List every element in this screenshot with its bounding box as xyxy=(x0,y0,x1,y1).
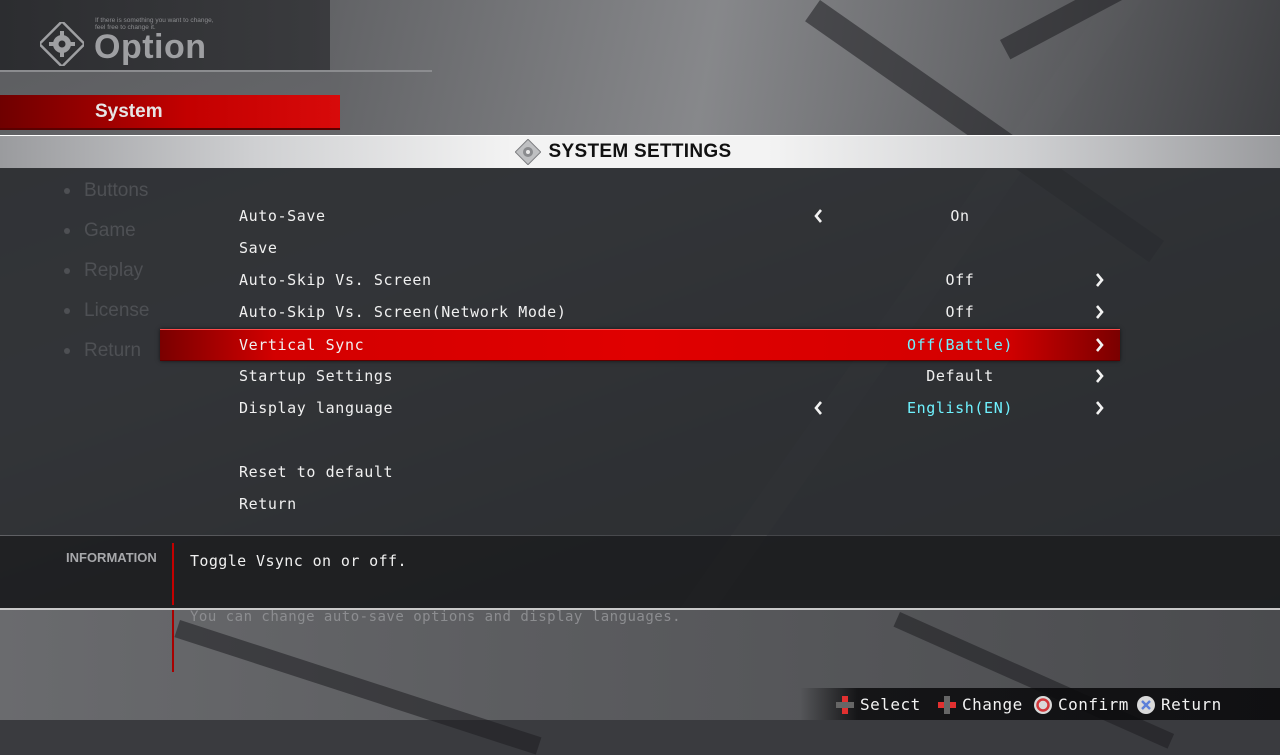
chevron-left-icon[interactable] xyxy=(813,208,823,224)
section-header-bar: SYSTEM SETTINGS xyxy=(0,135,1280,169)
setting-label: Save xyxy=(239,239,278,257)
hint-confirm-label: Confirm xyxy=(1058,695,1129,714)
information-label: INFORMATION xyxy=(66,550,157,565)
setting-label: Auto-Save xyxy=(239,207,326,225)
menu-item-label: License xyxy=(84,300,150,321)
section-title: SYSTEM SETTINGS xyxy=(548,141,732,162)
gear-icon xyxy=(40,22,84,66)
chevron-right-icon[interactable] xyxy=(1095,304,1105,320)
tab-system[interactable]: System xyxy=(0,95,340,128)
chevron-right-icon[interactable] xyxy=(1095,400,1105,416)
bullet-icon xyxy=(64,347,70,354)
dpad-updown-icon xyxy=(836,696,854,714)
page-title: Option xyxy=(94,28,207,66)
information-divider xyxy=(172,543,174,605)
header-subtitle-line1: If there is something you want to change… xyxy=(95,17,214,24)
menu-item-buttons: Buttons xyxy=(64,180,184,201)
bullet-icon xyxy=(64,267,70,274)
setting-value: Off xyxy=(945,303,975,321)
bullet-icon xyxy=(64,187,70,194)
bullet-icon xyxy=(64,307,70,314)
information-text: Toggle Vsync on or off. xyxy=(190,552,407,570)
setting-label: Display language xyxy=(239,399,394,417)
ghost-divider xyxy=(172,610,174,672)
chevron-left-icon[interactable] xyxy=(813,400,823,416)
setting-label: Return xyxy=(239,495,297,513)
setting-value: Default xyxy=(926,367,994,385)
setting-row-auto-skip-vs-screen[interactable]: Auto-Skip Vs. Screen Off xyxy=(160,265,1120,295)
setting-label: Auto-Skip Vs. Screen xyxy=(239,271,432,289)
setting-row-save[interactable]: Save xyxy=(160,233,1120,263)
setting-value: Off xyxy=(945,271,975,289)
ghost-info-text: You can change auto-save options and dis… xyxy=(190,609,682,625)
chevron-right-icon[interactable] xyxy=(1095,337,1105,353)
header-divider xyxy=(0,70,432,72)
bullet-icon xyxy=(64,227,70,234)
chevron-right-icon[interactable] xyxy=(1095,272,1105,288)
setting-row-return[interactable]: Return xyxy=(160,489,1120,519)
setting-row-auto-skip-vs-screen-network-mode[interactable]: Auto-Skip Vs. Screen(Network Mode) Off xyxy=(160,297,1120,327)
menu-item-label: Buttons xyxy=(84,180,149,201)
information-bar: INFORMATION Toggle Vsync on or off. xyxy=(0,536,1280,610)
chevron-right-icon[interactable] xyxy=(1095,368,1105,384)
setting-label: Startup Settings xyxy=(239,367,394,385)
setting-label: Reset to default xyxy=(239,463,394,481)
hint-select-label: Select xyxy=(860,695,921,714)
setting-row-startup-settings[interactable]: Startup Settings Default xyxy=(160,361,1120,391)
dpad-leftright-icon xyxy=(938,696,956,714)
setting-value: Off(Battle) xyxy=(907,336,1013,354)
hint-change-label: Change xyxy=(962,695,1023,714)
menu-item-label: Replay xyxy=(84,260,144,281)
setting-row-vertical-sync[interactable]: Vertical Sync Off(Battle) xyxy=(160,329,1120,361)
hint-return-label: Return xyxy=(1161,695,1222,714)
setting-row-reset-to-default[interactable]: Reset to default xyxy=(160,457,1120,487)
circle-button-icon xyxy=(1034,696,1052,714)
menu-item-label: Game xyxy=(84,220,136,241)
setting-row-auto-save[interactable]: Auto-Save On xyxy=(160,201,1120,231)
setting-label: Vertical Sync xyxy=(239,336,365,354)
setting-row-display-language[interactable]: Display language English(EN) xyxy=(160,393,1120,423)
cross-button-icon xyxy=(1137,696,1155,714)
setting-value: English(EN) xyxy=(907,399,1013,417)
menu-item-label: Return xyxy=(84,340,142,361)
setting-label: Auto-Skip Vs. Screen(Network Mode) xyxy=(239,303,567,321)
setting-value: On xyxy=(950,207,970,225)
tab-system-label: System xyxy=(95,101,163,122)
